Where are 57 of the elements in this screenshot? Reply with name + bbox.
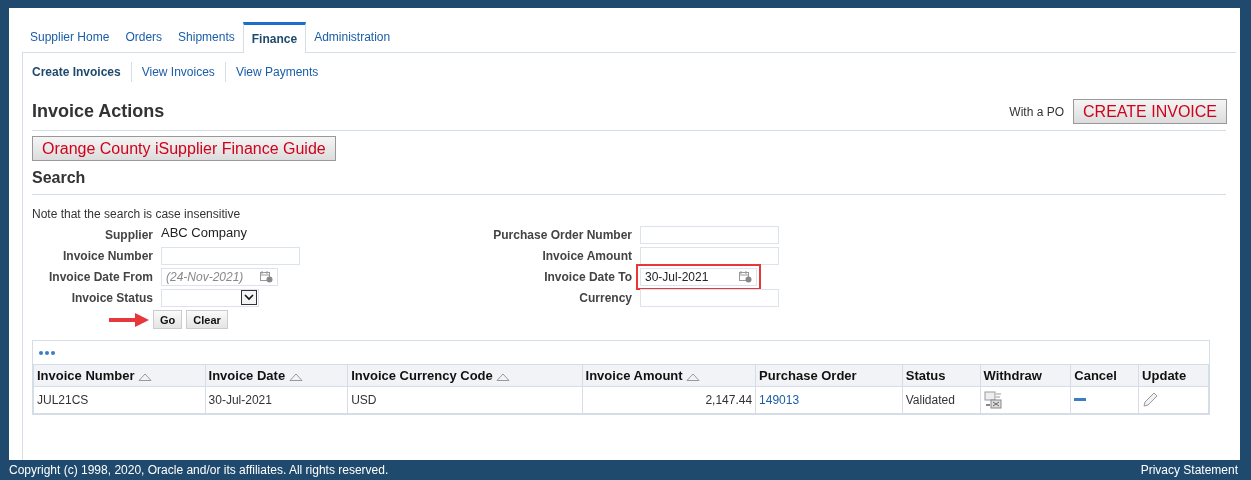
calendar-icon[interactable] — [260, 270, 273, 283]
table-cell: JUL21CS — [37, 393, 89, 408]
status-dropdown[interactable] — [161, 288, 259, 307]
column-header: Status — [905, 368, 946, 384]
input-field[interactable] — [640, 225, 779, 244]
column-header: Cancel — [1074, 368, 1117, 384]
more-icon[interactable] — [39, 350, 55, 355]
sort-icon[interactable] — [138, 372, 153, 381]
field-label: Purchase Order Number — [492, 226, 632, 244]
field-label: Invoice Date To — [543, 268, 632, 286]
field-label: Invoice Date From — [47, 268, 153, 286]
sort-icon[interactable] — [288, 372, 303, 381]
pencil-icon[interactable] — [1142, 392, 1159, 409]
search-button[interactable]: Clear — [186, 310, 228, 330]
calendar-icon[interactable] — [739, 270, 752, 283]
input-field[interactable] — [161, 246, 300, 265]
cancel-icon[interactable] — [1074, 398, 1087, 403]
nav-tab[interactable]: Administration — [306, 21, 399, 53]
dropdown-icon[interactable] — [241, 290, 257, 306]
finance-guide-button[interactable]: Orange County iSupplier Finance Guide — [32, 136, 336, 162]
input-field[interactable] — [640, 246, 779, 265]
create-invoice-button[interactable]: CREATE INVOICE — [1073, 99, 1227, 125]
input-field[interactable] — [640, 288, 779, 307]
date-field[interactable]: 30-Jul-2021 — [640, 267, 757, 286]
date-field[interactable]: (24-Nov-2021) — [161, 267, 278, 286]
table-cell: USD — [351, 393, 377, 408]
table-cell: 30-Jul-2021 — [208, 393, 272, 408]
field-label: Invoice Number — [61, 247, 153, 265]
arrow-icon — [109, 311, 149, 328]
field-label: Currency — [578, 289, 632, 307]
column-header: Purchase Order — [759, 368, 857, 384]
section-heading: Search — [32, 167, 86, 188]
sort-icon[interactable] — [686, 372, 701, 381]
copyright-text: Copyright (c) 1998, 2020, Oracle and/or its affiliates. All rights reserved. — [9, 462, 389, 479]
nav-tab[interactable]: Supplier Home — [22, 21, 118, 53]
search-button[interactable]: Go — [153, 310, 183, 330]
table-cell: 2,147.44 — [705, 393, 753, 408]
sub-tab[interactable]: View Invoices — [131, 63, 225, 82]
withdraw-icon[interactable] — [983, 391, 1002, 410]
field-label: Invoice Amount — [541, 247, 632, 265]
section-heading: Invoice Actions — [32, 100, 165, 124]
nav-tab[interactable]: Orders — [117, 21, 171, 53]
column-header: Update — [1142, 368, 1187, 384]
sub-tab[interactable]: View Payments — [225, 63, 329, 82]
po-link[interactable]: 149013 — [759, 393, 800, 408]
sort-icon[interactable] — [496, 372, 511, 381]
note-text: Note that the search is case insensitive — [32, 206, 242, 224]
sub-tab[interactable]: Create Invoices — [32, 63, 131, 82]
nav-tab[interactable]: Shipments — [170, 21, 243, 53]
field-label: Invoice Status — [70, 289, 153, 307]
privacy-link[interactable]: Privacy Statement — [1140, 461, 1238, 479]
table-cell: Validated — [905, 393, 955, 408]
with-po-label: With a PO — [1009, 103, 1065, 121]
nav-tab[interactable]: Finance — [242, 22, 307, 54]
column-header: Withdraw — [983, 368, 1042, 384]
field-label: Supplier — [104, 226, 153, 244]
supplier-value: ABC Company — [161, 224, 247, 243]
